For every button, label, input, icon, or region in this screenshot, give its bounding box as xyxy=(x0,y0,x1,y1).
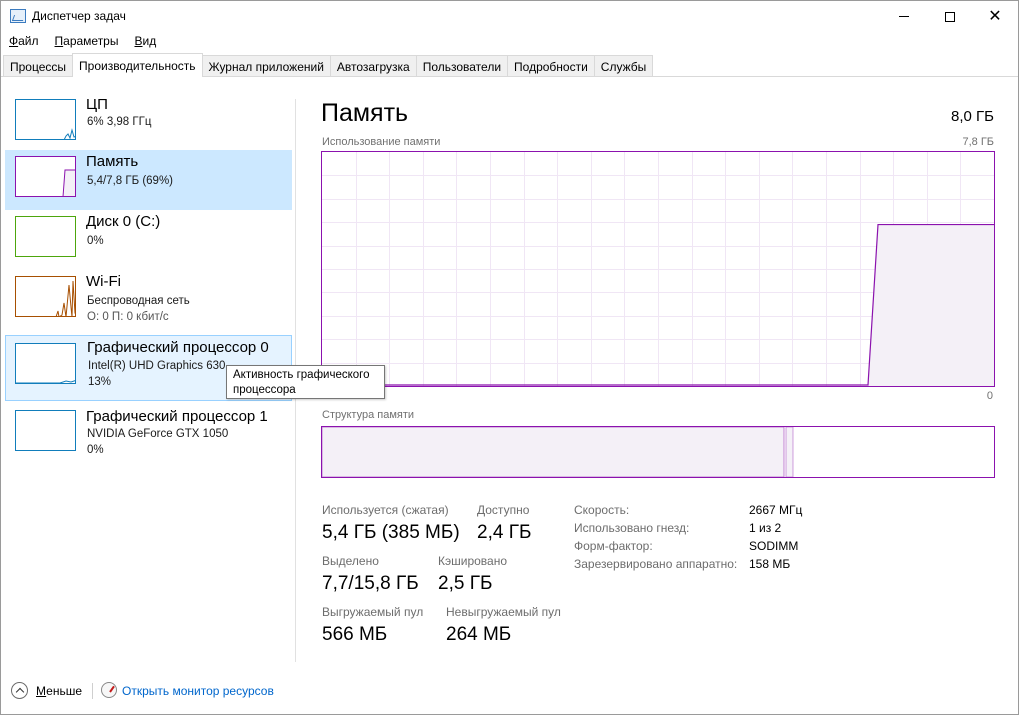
sidebar-item-cpu[interactable]: ЦП 6% 3,98 ГГц xyxy=(5,93,292,153)
cached-label: Кэшировано xyxy=(438,554,508,568)
gpu1-utilization: 0% xyxy=(87,444,104,456)
available-label: Доступно xyxy=(477,503,530,517)
sidebar-item-label: ЦП xyxy=(86,96,108,113)
wifi-thumbnail-svg xyxy=(55,280,75,316)
memory-usage-svg xyxy=(322,152,994,386)
hardware-reserved-label: Зарезервировано аппаратно: xyxy=(574,557,738,571)
disk-thumbnail-graph xyxy=(15,216,76,257)
cpu-thumbnail-line xyxy=(63,128,75,139)
task-manager-icon xyxy=(10,9,26,23)
nonpaged-pool-value: 264 МБ xyxy=(446,624,512,645)
sidebar-item-memory[interactable]: Память 5,4/7,8 ГБ (69%) xyxy=(5,150,292,210)
sidebar-item-disk[interactable]: Диск 0 (C:) 0% xyxy=(5,210,292,270)
speed-value: 2667 МГц xyxy=(749,503,803,517)
sidebar-item-label: Wi-Fi xyxy=(86,273,121,290)
sidebar-item-label: Графический процессор 0 xyxy=(87,339,269,356)
sidebar-item-gpu-1[interactable]: Графический процессор 1 NVIDIA GeForce G… xyxy=(5,405,292,465)
cpu-summary: 6% 3,98 ГГц xyxy=(87,116,152,128)
hardware-reserved-value: 158 МБ xyxy=(749,557,791,571)
memory-usage-graph xyxy=(321,151,995,387)
tooltip-line: Активность графического xyxy=(233,369,370,381)
resource-monitor-icon xyxy=(101,682,117,698)
maximize-button[interactable] xyxy=(927,1,973,32)
tab-app-history[interactable]: Журнал приложений xyxy=(201,55,331,77)
fewer-details-button[interactable]: Меньше xyxy=(36,684,82,698)
structure-in-use-segment[interactable] xyxy=(322,427,785,477)
tooltip-line: процессора xyxy=(233,384,296,396)
speed-label: Скорость: xyxy=(574,503,630,517)
slots-used-value: 1 из 2 xyxy=(749,521,782,535)
sidebar-item-label: Графический процессор 1 xyxy=(86,408,268,425)
footer-bar: Меньше Открыть монитор ресурсов xyxy=(1,679,1018,703)
memory-thumbnail-graph xyxy=(15,156,76,197)
title-bar[interactable]: Диспетчер задач ✕ xyxy=(1,1,1018,32)
gpu0-utilization: 13% xyxy=(88,376,112,388)
menu-file[interactable]: Файл xyxy=(1,32,47,52)
structure-chart-label: Структура памяти xyxy=(322,409,415,421)
tab-users[interactable]: Пользователи xyxy=(415,55,509,77)
memory-summary: 5,4/7,8 ГБ (69%) xyxy=(87,175,174,187)
menu-options[interactable]: Параметры xyxy=(47,32,127,52)
usage-chart-max: 7,8 ГБ xyxy=(962,136,994,148)
available-value: 2,4 ГБ xyxy=(477,522,532,543)
memory-usage-area xyxy=(868,224,994,386)
form-factor-value: SODIMM xyxy=(749,539,799,553)
memory-structure-svg xyxy=(322,427,794,477)
gpu0-model: Intel(R) UHD Graphics 630 xyxy=(88,360,226,372)
minimize-icon xyxy=(899,16,909,17)
menu-bar: Файл Параметры Вид xyxy=(1,32,1018,52)
sidebar-item-label: Диск 0 (C:) xyxy=(86,213,161,230)
committed-label: Выделено xyxy=(322,554,379,568)
memory-total: 8,0 ГБ xyxy=(951,108,994,125)
structure-modified-segment[interactable] xyxy=(785,427,794,477)
menu-view[interactable]: Вид xyxy=(126,32,164,52)
gpu0-thumbnail-svg xyxy=(16,380,75,383)
committed-value: 7,7/15,8 ГБ xyxy=(322,573,419,594)
form-factor-label: Форм-фактор: xyxy=(574,539,653,553)
window-title: Диспетчер задач xyxy=(32,9,126,23)
usage-chart-label: Использование памяти xyxy=(322,136,441,148)
cpu-thumbnail-svg xyxy=(63,128,75,139)
wifi-thumbnail-graph xyxy=(15,276,76,317)
gpu0-thumbnail-graph xyxy=(15,343,76,384)
footer-separator xyxy=(92,683,93,699)
tab-details[interactable]: Подробности xyxy=(507,55,595,77)
paged-pool-label: Выгружаемый пул xyxy=(322,605,424,619)
close-icon: ✕ xyxy=(988,7,1002,25)
in-use-value: 5,4 ГБ (385 МБ) xyxy=(322,522,460,543)
cached-value: 2,5 ГБ xyxy=(438,573,493,594)
cpu-thumbnail-graph xyxy=(15,99,76,140)
gpu1-model: NVIDIA GeForce GTX 1050 xyxy=(87,428,229,440)
memory-thumbnail-svg xyxy=(62,169,75,196)
task-manager-window: Диспетчер задач ✕ Файл Параметры Вид Про… xyxy=(0,0,1019,715)
memory-thumbnail-fill xyxy=(64,170,75,196)
wifi-throughput: О: 0 П: 0 кбит/с xyxy=(87,311,169,323)
close-button[interactable]: ✕ xyxy=(972,1,1018,32)
gpu1-thumbnail-graph xyxy=(15,410,76,451)
tab-strip: Процессы Производительность Журнал прило… xyxy=(3,53,654,77)
minimize-button[interactable] xyxy=(881,1,927,32)
disk-summary: 0% xyxy=(87,235,104,247)
tab-processes[interactable]: Процессы xyxy=(3,55,74,77)
chevron-up-icon[interactable] xyxy=(11,682,28,699)
wifi-adapter-type: Беспроводная сеть xyxy=(87,295,190,307)
sidebar-item-wifi[interactable]: Wi-Fi Беспроводная сеть О: 0 П: 0 кбит/с xyxy=(5,270,292,330)
in-use-label: Используется (сжатая) xyxy=(322,503,449,517)
nonpaged-pool-label: Невыгружаемый пул xyxy=(446,605,561,619)
tab-performance[interactable]: Производительность xyxy=(72,53,203,77)
sidebar-item-label: Память xyxy=(86,153,139,170)
paged-pool-value: 566 МБ xyxy=(322,624,388,645)
memory-structure-bar xyxy=(321,426,995,478)
page-title: Память xyxy=(321,99,409,127)
maximize-icon xyxy=(945,11,955,22)
wifi-thumbnail-line xyxy=(55,280,75,316)
gpu-tooltip: Активность графического процессора xyxy=(226,365,385,399)
tab-startup[interactable]: Автозагрузка xyxy=(329,55,417,77)
slots-used-label: Использовано гнезд: xyxy=(574,521,690,535)
usage-chart-min: 0 xyxy=(986,390,993,402)
gpu0-thumbnail-line xyxy=(16,380,75,383)
open-resource-monitor-link[interactable]: Открыть монитор ресурсов xyxy=(122,684,274,698)
tab-services[interactable]: Службы xyxy=(593,55,654,77)
